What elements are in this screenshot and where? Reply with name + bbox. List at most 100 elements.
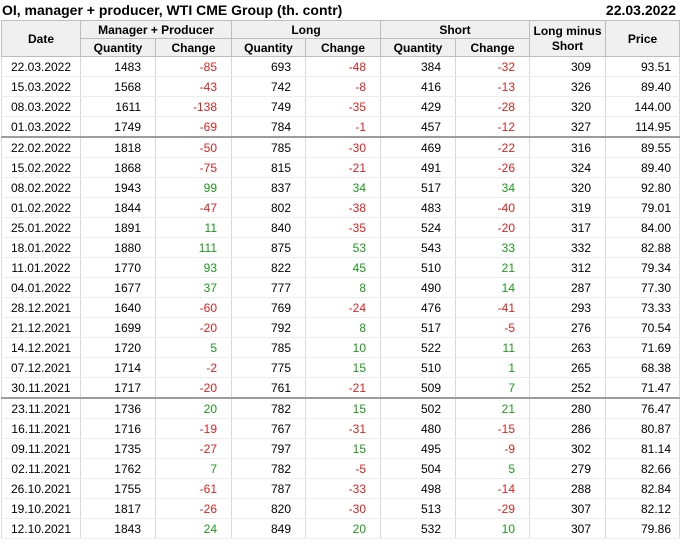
long-minus-short-cell: 265 <box>529 357 607 378</box>
short-quantity-cell: 469 <box>380 136 457 158</box>
mp-quantity-cell: 1720 <box>80 337 156 358</box>
long-quantity-cell: 837 <box>231 177 306 198</box>
mp-quantity-cell: 1677 <box>80 277 156 298</box>
long-minus-short-cell: 319 <box>529 197 607 218</box>
price-cell: 79.01 <box>605 197 680 218</box>
long-change-cell: -48 <box>304 56 382 77</box>
short-quantity-cell: 510 <box>380 257 457 278</box>
long-change-cell: 20 <box>304 518 382 539</box>
table-row: 07.12.2021 1714 -2 775 15 510 1 265 68.38 <box>1 357 680 378</box>
short-quantity-cell: 524 <box>380 217 457 238</box>
long-quantity-cell: 792 <box>231 317 306 338</box>
mp-change-cell: -69 <box>155 116 232 138</box>
short-change-cell: -22 <box>455 136 531 158</box>
mp-quantity-cell: 1891 <box>80 217 156 238</box>
short-quantity-cell: 491 <box>380 157 457 178</box>
mp-quantity-cell: 1770 <box>80 257 156 278</box>
long-quantity-cell: 787 <box>231 478 306 499</box>
long-quantity-cell: 761 <box>231 377 306 399</box>
date-cell: 08.02.2022 <box>1 177 81 198</box>
long-change-cell: 8 <box>304 317 382 338</box>
header-short-quantity[interactable]: Quantity <box>380 38 457 57</box>
table-row: 23.11.2021 1736 20 782 15 502 21 280 76.47 <box>1 397 680 419</box>
long-change-cell: -30 <box>304 136 382 158</box>
header-long-quantity[interactable]: Quantity <box>231 38 306 57</box>
long-minus-short-cell: 324 <box>529 157 607 178</box>
short-quantity-cell: 429 <box>380 96 457 117</box>
price-cell: 82.84 <box>605 478 680 499</box>
short-quantity-cell: 522 <box>380 337 457 358</box>
short-change-cell: -41 <box>455 297 531 318</box>
date-cell: 22.03.2022 <box>1 56 81 77</box>
long-quantity-cell: 849 <box>231 518 306 539</box>
date-cell: 14.12.2021 <box>1 337 81 358</box>
long-quantity-cell: 802 <box>231 197 306 218</box>
table-body: 22.03.2022 1483 -85 693 -48 384 -32 309 93.51 15.… <box>1 56 680 539</box>
mp-quantity-cell: 1755 <box>80 478 156 499</box>
header-price[interactable]: Price <box>605 20 680 57</box>
date-cell: 11.01.2022 <box>1 257 81 278</box>
long-quantity-cell: 822 <box>231 257 306 278</box>
mp-quantity-cell: 1736 <box>80 397 156 419</box>
header-date[interactable]: Date <box>1 20 81 57</box>
price-cell: 82.66 <box>605 458 680 479</box>
header-short-change[interactable]: Change <box>455 38 531 57</box>
header-long-change[interactable]: Change <box>304 38 382 57</box>
short-change-cell: -40 <box>455 197 531 218</box>
price-cell: 89.40 <box>605 157 680 178</box>
price-cell: 80.87 <box>605 418 680 439</box>
long-quantity-cell: 775 <box>231 357 306 378</box>
long-quantity-cell: 784 <box>231 116 306 138</box>
date-cell: 16.11.2021 <box>1 418 81 439</box>
price-cell: 79.34 <box>605 257 680 278</box>
short-quantity-cell: 510 <box>380 357 457 378</box>
table-row: 02.11.2021 1762 7 782 -5 504 5 279 82.66 <box>1 458 680 479</box>
mp-change-cell: -20 <box>155 377 232 399</box>
short-change-cell: 11 <box>455 337 531 358</box>
short-quantity-cell: 504 <box>380 458 457 479</box>
long-quantity-cell: 767 <box>231 418 306 439</box>
mp-change-cell: 37 <box>155 277 232 298</box>
mp-change-cell: 24 <box>155 518 232 539</box>
date-cell: 30.11.2021 <box>1 377 81 399</box>
header-manager-producer: Manager + Producer <box>80 20 232 39</box>
mp-change-cell: 5 <box>155 337 232 358</box>
table-row: 21.12.2021 1699 -20 792 8 517 -5 276 70.54 <box>1 317 680 338</box>
price-cell: 89.55 <box>605 136 680 158</box>
long-minus-short-cell: 252 <box>529 377 607 399</box>
table-row: 04.01.2022 1677 37 777 8 490 14 287 77.30 <box>1 277 680 298</box>
short-change-cell: -9 <box>455 438 531 459</box>
date-cell: 08.03.2022 <box>1 96 81 117</box>
date-cell: 21.12.2021 <box>1 317 81 338</box>
price-cell: 82.12 <box>605 498 680 519</box>
mp-quantity-cell: 1611 <box>80 96 156 117</box>
header-mp-quantity[interactable]: Quantity <box>80 38 156 57</box>
short-change-cell: 10 <box>455 518 531 539</box>
short-change-cell: -32 <box>455 56 531 77</box>
mp-change-cell: -75 <box>155 157 232 178</box>
header-mp-change[interactable]: Change <box>155 38 232 57</box>
table-row: 14.12.2021 1720 5 785 10 522 11 263 71.69 <box>1 337 680 358</box>
date-cell: 26.10.2021 <box>1 478 81 499</box>
header-long-minus-short-line2: Short <box>551 38 584 53</box>
short-change-cell: -14 <box>455 478 531 499</box>
price-cell: 82.88 <box>605 237 680 258</box>
long-change-cell: -35 <box>304 217 382 238</box>
long-quantity-cell: 785 <box>231 337 306 358</box>
date-cell: 01.03.2022 <box>1 116 81 138</box>
mp-change-cell: 93 <box>155 257 232 278</box>
mp-quantity-cell: 1716 <box>80 418 156 439</box>
date-cell: 04.01.2022 <box>1 277 81 298</box>
long-change-cell: -8 <box>304 76 382 97</box>
long-minus-short-cell: 279 <box>529 458 607 479</box>
date-cell: 12.10.2021 <box>1 518 81 539</box>
long-change-cell: -35 <box>304 96 382 117</box>
table-row: 15.02.2022 1868 -75 815 -21 491 -26 324 89.40 <box>1 157 680 178</box>
price-cell: 68.38 <box>605 357 680 378</box>
date-cell: 28.12.2021 <box>1 297 81 318</box>
header-long-minus-short[interactable]: Long minus Short <box>529 20 607 57</box>
long-minus-short-cell: 317 <box>529 217 607 238</box>
title-bar: OI, manager + producer, WTI CME Group (t… <box>0 0 680 20</box>
table-row: 30.11.2021 1717 -20 761 -21 509 7 252 71.47 <box>1 377 680 399</box>
short-quantity-cell: 483 <box>380 197 457 218</box>
